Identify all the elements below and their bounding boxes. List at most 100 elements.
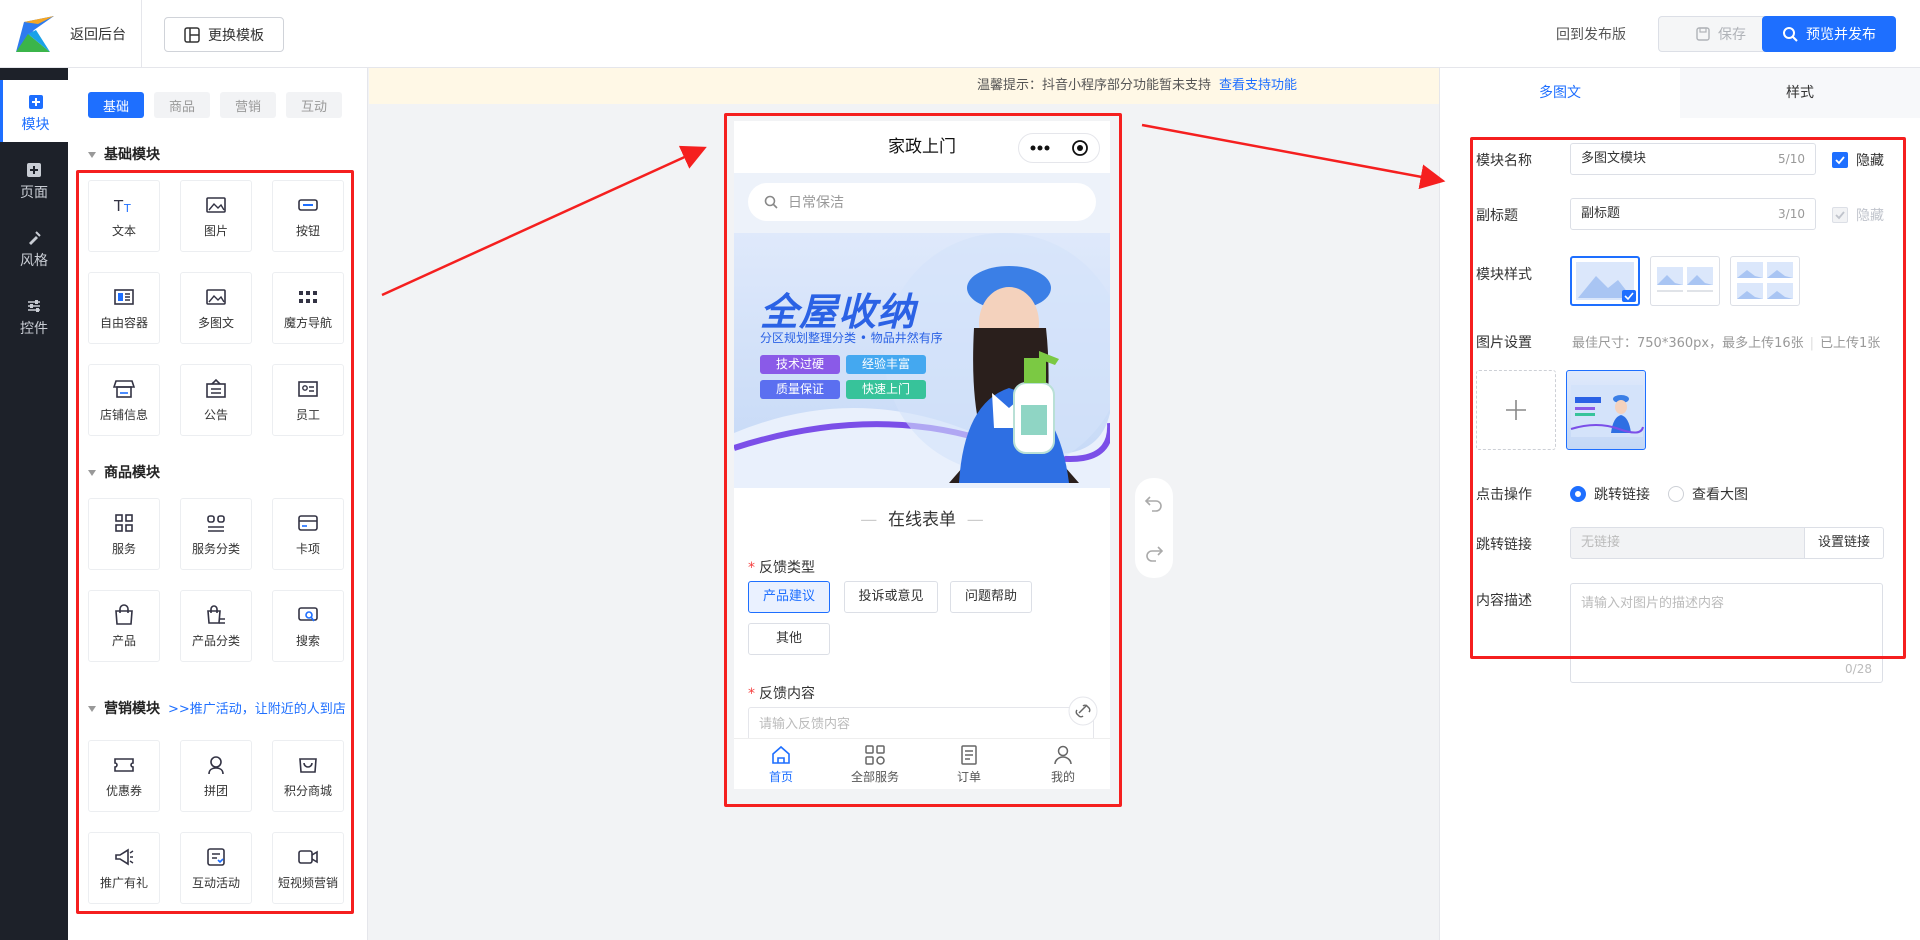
radio-view-large[interactable]: 查看大图 — [1668, 484, 1748, 504]
tabbar-mine[interactable]: 我的 — [1016, 739, 1110, 789]
tabbar-orders[interactable]: 订单 — [922, 739, 1016, 789]
feedback-option-other[interactable]: 其他 — [748, 623, 830, 655]
search-box-icon — [298, 606, 318, 621]
marketing-module-grid: 优惠券 拼团 积分商城 推广有礼 互动活动 短视频营销 — [88, 740, 344, 904]
module-short-video[interactable]: 短视频营销 — [272, 832, 344, 904]
nav-item-modules[interactable]: 模块 — [0, 80, 68, 142]
link-float-icon[interactable] — [1068, 696, 1098, 726]
module-multi-image-text[interactable]: 多图文 — [180, 272, 252, 344]
tab-goods[interactable]: 商品 — [154, 92, 210, 118]
nav-item-style[interactable]: 风格 — [0, 216, 68, 278]
marketing-promo-link[interactable]: >>推广活动，让附近的人到店 — [168, 702, 346, 717]
radio-jump-link[interactable]: 跳转链接 — [1570, 484, 1650, 504]
image-uploaded-count: 已上传1张 — [1820, 336, 1881, 351]
module-cube-nav[interactable]: 魔方导航 — [272, 272, 344, 344]
module-free-container[interactable]: 自由容器 — [88, 272, 160, 344]
section-basic[interactable]: 基础模块 — [88, 144, 160, 164]
module-service[interactable]: 服务 — [88, 498, 160, 570]
char-count: 3/10 — [1778, 207, 1805, 221]
module-label: 店铺信息 — [99, 407, 148, 422]
module-interactive-activity[interactable]: 互动活动 — [180, 832, 252, 904]
change-template-button[interactable]: 更换模板 — [164, 17, 284, 52]
module-search[interactable]: 搜索 — [272, 590, 344, 662]
layout-icon — [184, 26, 200, 43]
module-staff[interactable]: 员工 — [272, 364, 344, 436]
supported-features-link[interactable]: 查看支持功能 — [1219, 78, 1297, 93]
tab-basic[interactable]: 基础 — [88, 92, 144, 118]
module-coupon[interactable]: 优惠券 — [88, 740, 160, 812]
upload-image-button[interactable] — [1476, 370, 1556, 450]
module-label: 按钮 — [295, 223, 320, 238]
module-points-mall[interactable]: 积分商城 — [272, 740, 344, 812]
return-release-link[interactable]: 回到发布版 — [1556, 24, 1626, 44]
user-icon — [1054, 745, 1072, 764]
feedback-option-help[interactable]: 问题帮助 — [950, 581, 1032, 613]
tab-interaction[interactable]: 互动 — [286, 92, 342, 118]
module-product-category[interactable]: 产品分类 — [180, 590, 252, 662]
section-marketing[interactable]: 营销模块 >>推广活动，让附近的人到店 — [88, 698, 346, 718]
close-target-icon[interactable] — [1071, 139, 1089, 157]
bag-icon — [115, 603, 133, 625]
uploaded-image-thumbnail[interactable] — [1566, 370, 1646, 450]
subtitle-input[interactable]: 副标题 3/10 — [1570, 198, 1816, 230]
nav-item-widgets[interactable]: 控件 — [0, 284, 68, 346]
tabbar-label: 首页 — [768, 769, 793, 784]
char-count: 0/28 — [1845, 662, 1872, 676]
style-option-grid[interactable] — [1730, 256, 1800, 306]
hide-name-checkbox[interactable]: 隐藏 — [1832, 150, 1884, 170]
module-card-item[interactable]: 卡项 — [272, 498, 344, 570]
staff-card-icon — [298, 380, 318, 397]
module-name-input[interactable]: 多图文模块 5/10 — [1570, 143, 1816, 175]
module-service-category[interactable]: 服务分类 — [180, 498, 252, 570]
module-group-buy[interactable]: 拼团 — [180, 740, 252, 812]
feedback-option-complaint[interactable]: 投诉或意见 — [844, 581, 938, 613]
tab-style[interactable]: 样式 — [1680, 68, 1920, 118]
collapse-icon — [88, 706, 96, 712]
plus-icon — [1506, 400, 1526, 420]
back-to-admin-link[interactable]: 返回后台 — [70, 24, 126, 44]
feedback-option-suggestion[interactable]: 产品建议 — [748, 581, 830, 613]
description-textarea[interactable]: 请输入对图片的描述内容 0/28 — [1570, 583, 1883, 683]
module-button[interactable]: 按钮 — [272, 180, 344, 252]
module-image[interactable]: 图片 — [180, 180, 252, 252]
tab-marketing[interactable]: 营销 — [220, 92, 276, 118]
module-label: 产品分类 — [191, 633, 240, 648]
side-nav: 模块 页面 风格 控件 — [0, 68, 68, 940]
tabbar-home[interactable]: 首页 — [734, 739, 828, 789]
module-store-info[interactable]: 店铺信息 — [88, 364, 160, 436]
text-icon: TT — [113, 197, 131, 215]
module-style-label: 模块样式 — [1476, 267, 1532, 283]
nav-item-pages[interactable]: 页面 — [0, 148, 68, 210]
store-icon — [113, 379, 135, 398]
set-link-button[interactable]: 设置链接 — [1804, 527, 1884, 559]
preview-publish-button[interactable]: 预览并发布 — [1762, 16, 1896, 52]
home-icon — [772, 745, 790, 764]
tabbar-label: 我的 — [1050, 769, 1075, 784]
property-panel: 多图文 样式 模块名称 多图文模块 5/10 隐藏 副标题 副标题 3/10 隐藏 … — [1439, 68, 1920, 940]
radio-selected-icon — [1570, 486, 1586, 502]
form-title: — 在线表单 — — [860, 510, 984, 530]
bag-list-icon — [207, 604, 225, 624]
more-icon[interactable] — [1029, 144, 1051, 152]
undo-icon[interactable] — [1144, 493, 1164, 513]
style-option-double[interactable] — [1650, 256, 1720, 306]
module-text[interactable]: T T 文本 — [88, 180, 160, 252]
phone-preview: 家政上门 日常保洁 全屋收纳 分区规划整理分类 • 物品井然有序 技术过硬 经验… — [734, 121, 1110, 789]
module-notice[interactable]: 公告 — [180, 364, 252, 436]
tab-multi-image-text[interactable]: 多图文 — [1440, 68, 1680, 118]
style-option-single[interactable] — [1570, 256, 1640, 306]
section-title: 商品模块 — [104, 465, 160, 481]
nav-item-label: 模块 — [21, 117, 50, 133]
module-product[interactable]: 产品 — [88, 590, 160, 662]
search-placeholder: 日常保洁 — [788, 195, 844, 211]
jump-link-input[interactable]: 无链接 — [1570, 527, 1805, 559]
redo-icon[interactable] — [1144, 543, 1164, 563]
nav-item-label: 控件 — [20, 321, 48, 337]
section-goods[interactable]: 商品模块 — [88, 462, 160, 482]
module-referral[interactable]: 推广有礼 — [88, 832, 160, 904]
image-setting-label: 图片设置 — [1476, 335, 1532, 351]
hide-subtitle-checkbox[interactable]: 隐藏 — [1832, 205, 1884, 225]
banner-image[interactable]: 全屋收纳 分区规划整理分类 • 物品井然有序 技术过硬 经验丰富 质量保证 快速… — [734, 233, 1110, 488]
phone-search-input[interactable]: 日常保洁 — [748, 183, 1096, 221]
tabbar-all-services[interactable]: 全部服务 — [828, 739, 922, 789]
